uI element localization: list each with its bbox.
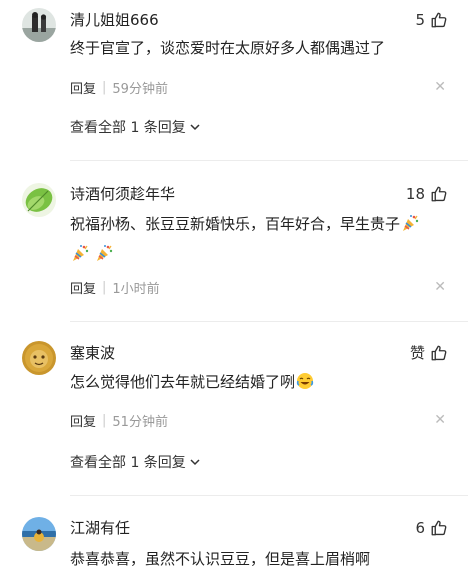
avatar[interactable] (22, 183, 56, 217)
chevron-down-icon (190, 124, 200, 131)
meta-separator: | (102, 79, 107, 95)
reply-button[interactable]: 回复 (70, 411, 96, 430)
comment-time: 51分钟前 (112, 414, 168, 430)
avatar[interactable] (22, 341, 56, 375)
close-icon[interactable]: ✕ (434, 79, 446, 95)
comment-meta: 回复 | 1小时前 ✕ (70, 277, 446, 297)
username[interactable]: 诗酒何须趁年华 (70, 184, 175, 204)
view-all-replies-link[interactable]: 查看全部 1 条回复 (70, 117, 201, 137)
comment-text-content: 怎么觉得他们去年就已经结婚了咧 (70, 373, 296, 391)
view-all-replies-link[interactable]: 查看全部 1 条回复 (70, 452, 201, 472)
comment-meta: 回复 | 59分钟前 ✕ (70, 77, 446, 97)
avatar[interactable] (22, 8, 56, 42)
view-all-replies-label: 查看全部 1 条回复 (70, 455, 186, 471)
thumbs-up-icon (431, 12, 447, 28)
avatar-image (22, 8, 56, 42)
party-popper-icon (71, 244, 89, 271)
username[interactable]: 江湖有任 (70, 518, 130, 538)
avatar-image (22, 183, 56, 217)
comment-text-content: 终于官宣了，谈恋爱时在太原好多人都偶遇过了 (70, 39, 386, 57)
comment-text-content: 恭喜恭喜，虽然不认识豆豆，但是喜上眉梢啊 (70, 550, 371, 568)
comment-text-content: 祝福孙杨、张豆豆新婚快乐，百年好合，早生贵子 (70, 215, 401, 233)
username[interactable]: 清儿姐姐666 (70, 10, 159, 30)
like-count: 18 (405, 185, 425, 203)
divider (70, 321, 468, 322)
comment-meta: 回复 | 51分钟前 ✕ (70, 410, 446, 430)
thumbs-up-icon (431, 520, 447, 536)
view-all-replies-label: 查看全部 1 条回复 (70, 120, 186, 136)
comment-time: 59分钟前 (112, 81, 168, 97)
comment-text: 终于官宣了，谈恋爱时在太原好多人都偶遇过了 (70, 35, 448, 62)
like-count: 赞 (409, 344, 425, 362)
comment-text: 祝福孙杨、张豆豆新婚快乐，百年好合，早生贵子 (70, 211, 448, 271)
divider (70, 160, 468, 161)
avatar-image (22, 517, 56, 551)
like-count: 6 (415, 519, 425, 537)
like-button[interactable]: 18 (406, 184, 448, 204)
divider (70, 495, 468, 496)
comment-time: 1小时前 (112, 281, 160, 297)
like-button[interactable]: 5 (415, 10, 448, 30)
like-button[interactable]: 6 (415, 518, 448, 538)
comment-text: 怎么觉得他们去年就已经结婚了咧 (70, 369, 448, 399)
meta-separator: | (102, 412, 107, 428)
thumbs-up-icon (431, 186, 447, 202)
close-icon[interactable]: ✕ (434, 412, 446, 428)
username[interactable]: 塞東波 (70, 343, 115, 363)
meta-separator: | (102, 279, 107, 295)
close-icon[interactable]: ✕ (434, 279, 446, 295)
reply-button[interactable]: 回复 (70, 78, 96, 97)
reply-button[interactable]: 回复 (70, 278, 96, 297)
avatar-image (22, 341, 56, 375)
like-count: 5 (415, 11, 425, 29)
chevron-down-icon (190, 459, 200, 466)
thumbs-up-icon (431, 345, 447, 361)
like-button[interactable]: 赞 (410, 343, 448, 363)
party-popper-icon (401, 214, 419, 241)
laughing-crying-emoji-icon (296, 372, 314, 399)
party-popper-icon (95, 244, 113, 271)
avatar[interactable] (22, 517, 56, 551)
comment-text: 恭喜恭喜，虽然不认识豆豆，但是喜上眉梢啊 (70, 546, 448, 573)
